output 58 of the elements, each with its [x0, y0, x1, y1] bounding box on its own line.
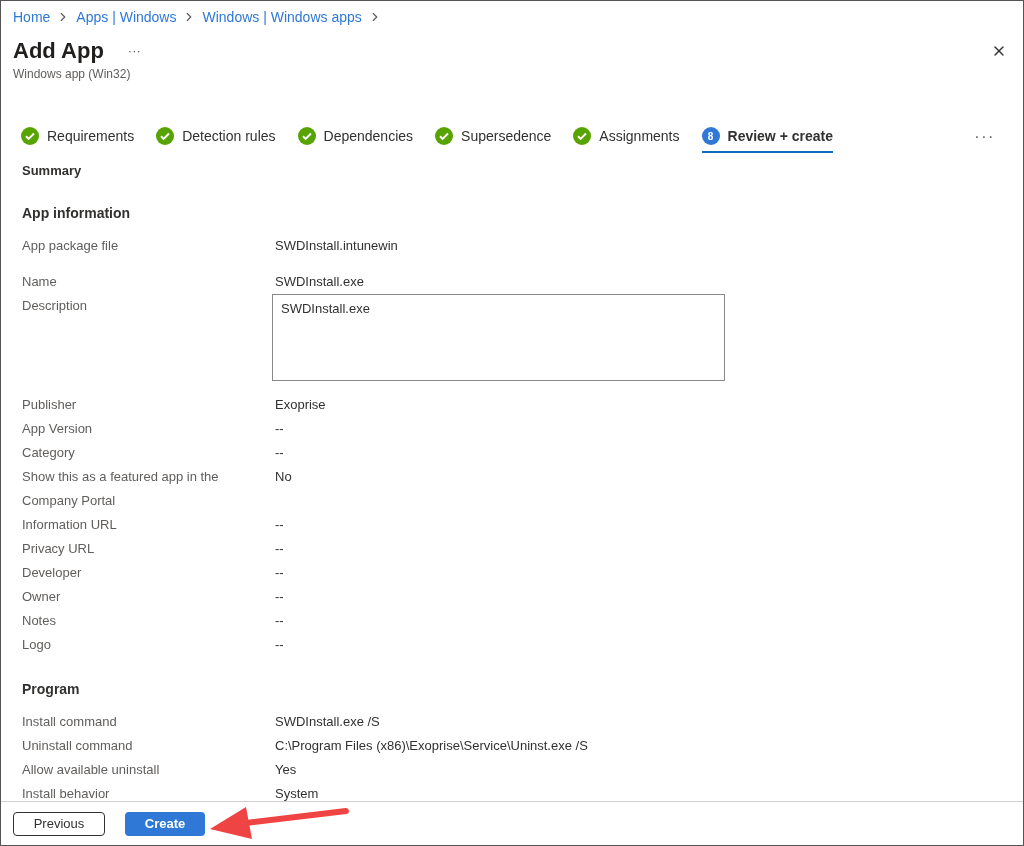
field-value: No — [275, 468, 292, 486]
section-heading: Program — [22, 680, 81, 699]
field-label: Description — [22, 297, 89, 315]
checkmark-circle-icon — [156, 127, 175, 145]
field-value: SWDInstall.exe /S — [275, 713, 380, 731]
breadcrumb-link[interactable]: Apps | Windows — [76, 6, 177, 28]
checkmark-circle-icon — [297, 127, 316, 145]
step-number: 8 — [701, 127, 720, 145]
breadcrumb-link[interactable]: Home — [13, 6, 51, 28]
more-options-button[interactable]: ··· — [127, 41, 141, 61]
previous-button[interactable]: Previous — [13, 811, 105, 836]
field-label: Show this as a featured app in the Company Portal — [22, 468, 220, 510]
field-value: C:\Program Files (x86)\Exoprise\Service\Uninst.exe /S — [275, 737, 588, 755]
field-value: -- — [275, 636, 284, 654]
field-label: Category — [22, 444, 76, 462]
wizard-step-tab[interactable]: Dependencies — [297, 121, 414, 153]
field-label: Allow available uninstall — [22, 761, 161, 779]
field-value: SWDInstall.exe — [275, 273, 364, 291]
field-label: Name — [22, 273, 58, 291]
field-label: Logo — [22, 636, 52, 654]
checkmark-circle-icon — [21, 127, 39, 145]
more-steps-button[interactable]: ··· — [974, 125, 995, 149]
breadcrumb-link[interactable]: Windows | Windows apps — [202, 6, 362, 28]
field-label: Publisher — [22, 396, 78, 414]
field-label: App package file — [22, 237, 120, 255]
summary-heading: Summary — [22, 162, 83, 180]
page-subtitle: Windows app (Win32) — [13, 66, 132, 83]
field-label: Install behavior — [22, 785, 111, 801]
field-value: -- — [275, 564, 284, 582]
field-value: SWDInstall.intunewin — [275, 237, 398, 255]
field-value: -- — [275, 540, 284, 558]
wizard-step-tab[interactable]: Assignments — [573, 121, 680, 153]
field-value: -- — [275, 420, 284, 438]
wizard-step-tab[interactable]: Supersedence — [435, 121, 552, 153]
field-value: Exoprise — [275, 396, 326, 414]
field-label: Notes — [22, 612, 57, 630]
field-label: Developer — [22, 564, 83, 582]
wizard-step-tab[interactable]: Detection rules — [156, 121, 276, 153]
wizard-step-tab[interactable]: 8 Review + create — [701, 121, 833, 153]
field-label: Information URL — [22, 516, 118, 534]
field-label: Uninstall command — [22, 737, 134, 755]
field-value: -- — [275, 588, 284, 606]
field-value: Yes — [275, 761, 297, 779]
field-label: Privacy URL — [22, 540, 96, 558]
description-field[interactable]: SWDInstall.exe — [272, 294, 725, 381]
wizard-step-tab[interactable]: Requirements — [21, 121, 135, 153]
create-button[interactable]: Create — [125, 811, 205, 836]
field-value: -- — [275, 444, 284, 462]
checkmark-circle-icon — [435, 127, 454, 145]
field-value: System — [275, 785, 319, 801]
section-heading: App information — [22, 204, 132, 223]
field-label: Install command — [22, 713, 118, 731]
field-label: Owner — [22, 588, 62, 606]
field-label: App Version — [22, 420, 94, 438]
page-title: Add App — [13, 37, 104, 65]
checkmark-circle-icon — [573, 127, 592, 145]
field-value: -- — [275, 516, 284, 534]
field-value: -- — [275, 612, 284, 630]
